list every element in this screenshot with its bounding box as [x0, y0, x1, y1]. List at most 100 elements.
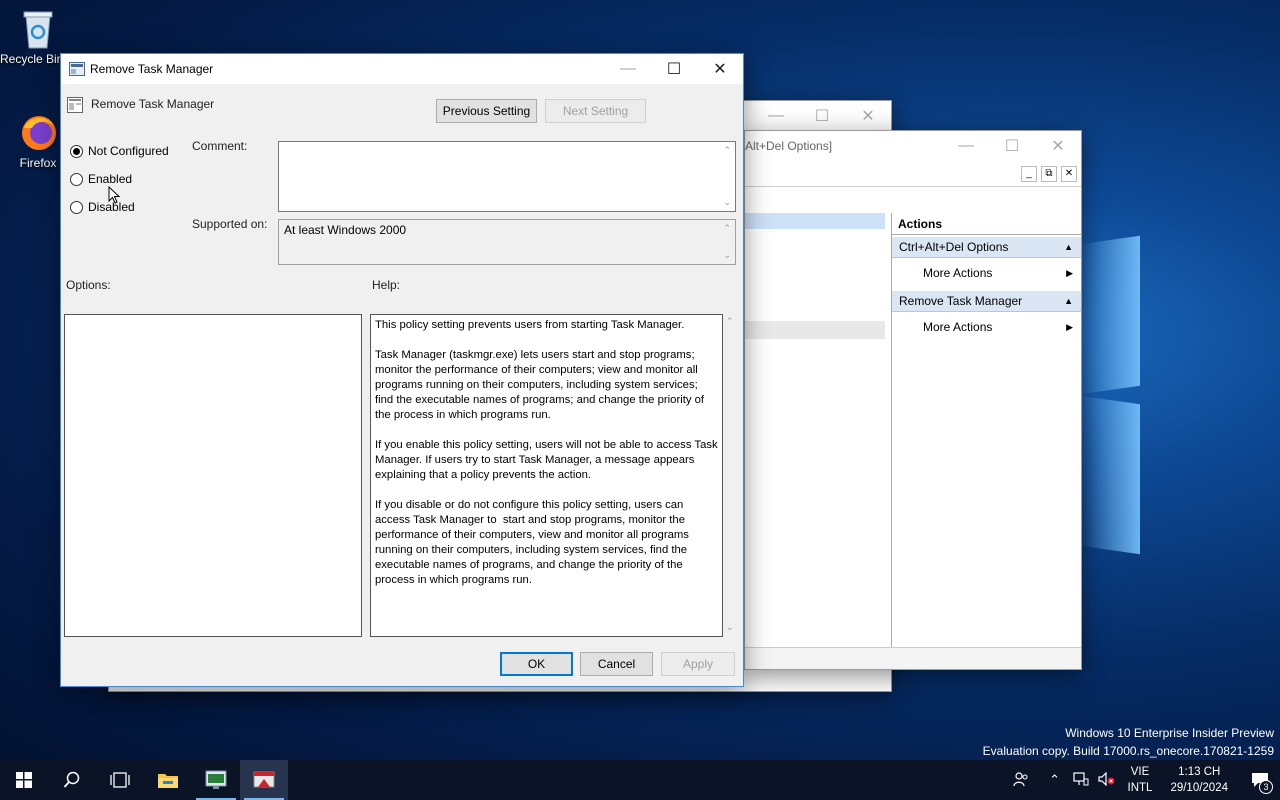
gpmc-icon[interactable] [192, 760, 240, 800]
collapse-arrow-icon[interactable]: ▲ [1064, 237, 1073, 257]
next-setting-button[interactable]: Next Setting [545, 99, 646, 123]
clock-time: 1:13 CH [1178, 766, 1221, 778]
close-icon[interactable]: ✕ [1035, 131, 1081, 161]
caption-buttons: — ☐ ✕ [605, 54, 743, 84]
mdi-restore-icon[interactable]: ⧉ [1041, 165, 1057, 182]
comment-value [279, 142, 735, 148]
recycle-bin-icon [18, 8, 58, 49]
scroll-up-icon[interactable]: ⌃ [726, 316, 734, 327]
more-actions-item[interactable]: More Actions ▶ [892, 263, 1081, 283]
radio-button[interactable] [70, 172, 83, 186]
policy-app-icon [69, 62, 85, 76]
status-bar [745, 647, 1081, 669]
chevron-up-icon[interactable]: ⌃ [1042, 772, 1068, 788]
mmc-window[interactable]: Alt+Del Options] — ☐ ✕ _ ⧉ ✕ Actions Ctr… [744, 130, 1082, 670]
more-actions-item[interactable]: More Actions ▶ [892, 317, 1081, 337]
watermark-line2: Evaluation copy. Build 17000.rs_onecore.… [982, 744, 1274, 758]
task-view-icon[interactable] [96, 760, 144, 800]
cancel-button[interactable]: Cancel [580, 652, 653, 676]
keyboard-layout: INTL [1127, 782, 1153, 794]
options-panel [64, 314, 362, 637]
volume-muted-icon[interactable] [1094, 771, 1120, 789]
list-row[interactable] [745, 321, 885, 339]
close-icon[interactable]: ✕ [845, 101, 891, 131]
radio-label: Not Configured [88, 144, 169, 158]
minimize-icon[interactable]: — [943, 131, 989, 161]
dialog-titlebar[interactable]: Remove Task Manager — ☐ ✕ [61, 54, 743, 84]
action-center-button[interactable]: 3 [1244, 760, 1276, 800]
comment-label: Comment: [192, 139, 248, 153]
scroll-down-icon[interactable]: ⌄ [723, 250, 731, 261]
radio-not-configured[interactable]: Not Configured [70, 144, 169, 158]
window-title-fragment: Alt+Del Options] [745, 139, 833, 153]
scroll-down-icon[interactable]: ⌄ [723, 197, 731, 208]
submenu-arrow-icon: ▶ [1066, 268, 1073, 278]
language-indicator[interactable]: VIE INTL [1128, 764, 1153, 796]
mdi-minimize-icon[interactable]: _ [1021, 165, 1037, 182]
mouse-cursor-icon [108, 186, 120, 204]
policy-setting-icon [67, 97, 83, 113]
policy-name: Remove Task Manager [91, 97, 215, 111]
radio-enabled[interactable]: Enabled [70, 172, 132, 186]
radio-label: Enabled [88, 172, 133, 186]
wallpaper-beam [1080, 235, 1140, 395]
system-tray: ⌃ VIE INTL 1:13 CH 29/10/2024 3 [1008, 760, 1280, 800]
actions-section-remove-task-manager[interactable]: Remove Task Manager ▲ [892, 291, 1081, 312]
notification-count-badge: 3 [1259, 780, 1273, 794]
file-explorer-icon[interactable] [144, 760, 192, 800]
mmc-titlebar[interactable]: Alt+Del Options] — ☐ ✕ [745, 131, 1081, 161]
supported-on-field: At least Windows 2000 ⌃ ⌄ [278, 219, 736, 265]
more-actions-label: More Actions [923, 266, 993, 280]
supported-on-label: Supported on: [192, 217, 268, 231]
more-actions-label: More Actions [923, 320, 993, 334]
firefox-icon [18, 112, 58, 152]
submenu-arrow-icon: ▶ [1066, 322, 1073, 332]
language-code: VIE [1130, 766, 1150, 778]
supported-on-value: At least Windows 2000 [284, 223, 407, 237]
mdi-close-icon[interactable]: ✕ [1061, 165, 1077, 182]
search-icon[interactable] [48, 760, 96, 800]
actions-pane: Actions Ctrl+Alt+Del Options ▲ More Acti… [891, 213, 1081, 651]
collapse-arrow-icon[interactable]: ▲ [1064, 291, 1073, 311]
options-label: Options: [66, 278, 111, 292]
watermark-line1: Windows 10 Enterprise Insider Preview [1065, 726, 1274, 740]
ok-button[interactable]: OK [500, 652, 573, 676]
list-selected-row[interactable] [745, 213, 885, 229]
minimize-icon[interactable]: — [605, 54, 651, 84]
people-icon[interactable] [1008, 771, 1034, 790]
actions-section-ctrl-alt-del[interactable]: Ctrl+Alt+Del Options ▲ [892, 237, 1081, 258]
taskbar: ⌃ VIE INTL 1:13 CH 29/10/2024 3 [0, 760, 1280, 800]
apply-button[interactable]: Apply [661, 652, 735, 676]
maximize-icon[interactable]: ☐ [989, 131, 1035, 161]
wallpaper-beam [1080, 395, 1140, 555]
caption-buttons: — ☐ ✕ [753, 101, 891, 131]
scroll-up-icon[interactable]: ⌃ [723, 145, 731, 156]
minimize-icon[interactable]: — [753, 101, 799, 131]
clock[interactable]: 1:13 CH 29/10/2024 [1170, 764, 1228, 796]
help-label: Help: [372, 278, 401, 292]
radio-button[interactable] [70, 200, 83, 214]
scroll-down-icon[interactable]: ⌄ [726, 622, 734, 633]
clock-date: 29/10/2024 [1170, 782, 1228, 794]
close-icon[interactable]: ✕ [697, 54, 743, 84]
start-icon[interactable] [0, 760, 48, 800]
dialog-title: Remove Task Manager [90, 62, 214, 76]
comment-textarea[interactable]: ⌃ ⌄ [278, 141, 736, 212]
actions-header: Actions [892, 213, 1081, 235]
maximize-icon[interactable]: ☐ [651, 54, 697, 84]
actions-section-label: Remove Task Manager [899, 294, 1023, 308]
radio-button[interactable] [70, 144, 83, 158]
policy-dialog[interactable]: Remove Task Manager — ☐ ✕ Remove Task Ma… [60, 53, 744, 687]
maximize-icon[interactable]: ☐ [799, 101, 845, 131]
network-icon[interactable] [1068, 771, 1094, 789]
help-panel: This policy setting prevents users from … [370, 314, 723, 637]
mdi-controls: _ ⧉ ✕ [745, 161, 1081, 187]
desktop-icon-label: Recycle Bin [0, 52, 62, 66]
previous-setting-button[interactable]: Previous Setting [436, 99, 537, 123]
scroll-up-icon[interactable]: ⌃ [723, 223, 731, 234]
help-text: This policy setting prevents users from … [375, 319, 718, 586]
caption-buttons: — ☐ ✕ [943, 131, 1081, 161]
radio-disabled[interactable]: Disabled [70, 200, 135, 214]
actions-section-label: Ctrl+Alt+Del Options [899, 240, 1009, 254]
policy-editor-icon[interactable] [240, 760, 288, 800]
